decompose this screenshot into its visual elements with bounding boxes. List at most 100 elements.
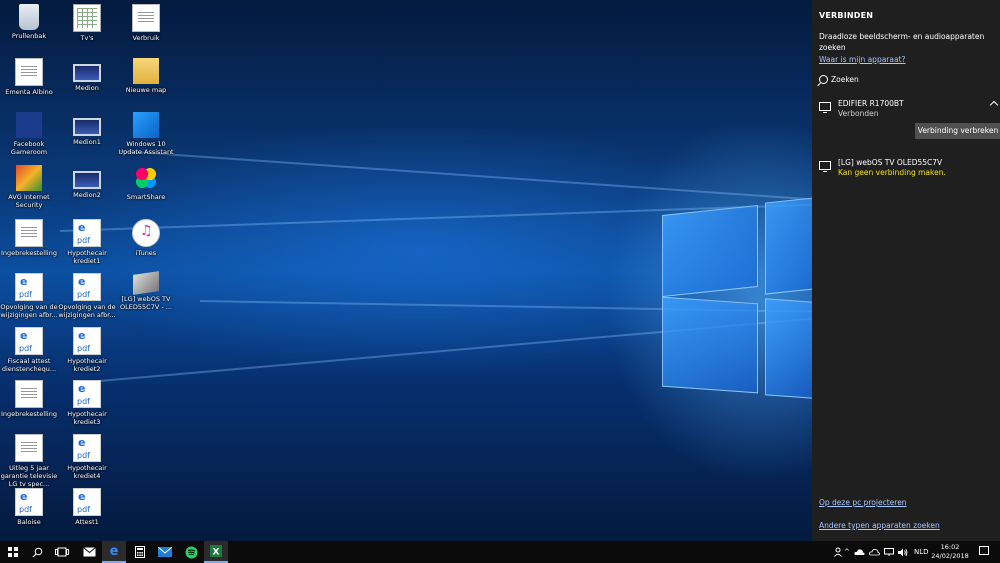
document-icon	[15, 219, 43, 247]
monitor-icon	[819, 102, 831, 113]
device-item-edifier[interactable]: EDIFIER R1700BT Verbonden Verbinding ver…	[819, 99, 1000, 141]
edge-icon: e	[109, 543, 119, 559]
itunes-icon	[132, 219, 160, 247]
taskbar: e X ^ NLD 16:02 24/02/2018	[0, 541, 1000, 563]
desktop-icon-medion1[interactable]: Medion1	[55, 112, 119, 146]
desktop-icon-smartshare[interactable]: SmartShare	[114, 165, 178, 201]
device-item-lg-tv[interactable]: [LG] webOS TV OLED55C7V Kan geen verbind…	[819, 158, 997, 182]
recycle-bin-icon	[19, 4, 39, 30]
calculator-icon	[135, 546, 145, 558]
desktop-icon-uitleg-garantie[interactable]: Uitleg 5 jaar garantie televisie LG tv s…	[0, 434, 61, 488]
device-name: [LG] webOS TV OLED55C7V	[838, 158, 943, 167]
pdf-icon: e pdf	[15, 488, 43, 516]
find-other-devices-link[interactable]: Andere typen apparaten zoeken	[819, 521, 940, 530]
pdf-icon: e pdf	[73, 380, 101, 408]
facebook-gameroom-icon	[16, 112, 42, 138]
start-icon	[8, 547, 18, 557]
pdf-icon: e pdf	[73, 273, 101, 301]
edge-app-button[interactable]: e	[102, 541, 126, 563]
search-icon	[819, 75, 828, 84]
search-label: Zoeken	[831, 75, 859, 84]
avg-icon	[16, 165, 42, 191]
panel-subtitle: Draadloze beeldscherm- en audioapparaten…	[819, 32, 985, 52]
desktop-icon-ementa-albino[interactable]: Ementa Albino	[0, 58, 61, 96]
desktop-icon-facebook-gameroom[interactable]: Facebook Gameroom	[0, 112, 61, 156]
desktop-icon-fiscaal-attest[interactable]: e pdf Fiscaal attest dienstenchequ...	[0, 327, 61, 373]
desktop-icon-lg-tv[interactable]: [LG] webOS TV OLED55C7V - ...	[114, 271, 178, 311]
action-center-icon[interactable]	[979, 546, 989, 555]
cloud-icon[interactable]	[869, 548, 880, 556]
desktop-icon-attest1[interactable]: e pdf Attest1	[55, 488, 119, 526]
desktop-icon-recycle-bin[interactable]: Prullenbak	[0, 4, 61, 40]
calculator-app-button[interactable]	[128, 541, 152, 563]
desktop-icon-ingebrekestelling-2[interactable]: Ingebrekestelling	[0, 380, 61, 418]
disconnect-button[interactable]: Verbinding verbreken	[915, 123, 1000, 139]
image-icon	[73, 171, 101, 189]
connect-panel: VERBINDEN Draadloze beeldscherm- en audi…	[812, 0, 1000, 541]
pdf-icon: e pdf	[73, 327, 101, 355]
desktop-icon-hypothecair-4[interactable]: e pdf Hypothecair krediet4	[55, 434, 119, 480]
onedrive-icon[interactable]	[854, 548, 865, 556]
outlook-icon	[158, 547, 172, 557]
device-name: EDIFIER R1700BT	[838, 99, 904, 108]
pdf-icon: e pdf	[73, 488, 101, 516]
panel-title: VERBINDEN	[819, 11, 874, 20]
mail-icon	[82, 547, 96, 557]
desktop-icon-tvs[interactable]: Tv's	[55, 4, 119, 42]
chevron-up-icon[interactable]	[989, 100, 999, 110]
outlook-app-button[interactable]	[153, 541, 177, 563]
desktop-icon-medion2[interactable]: Medion2	[55, 165, 119, 199]
volume-icon[interactable]	[898, 548, 908, 557]
image-icon	[73, 118, 101, 136]
search-button[interactable]: Zoeken	[819, 75, 859, 84]
desktop-icon-opvolging-1[interactable]: e pdf Opvolging van de wijzigingen afbr...	[0, 273, 61, 319]
desktop-icon-ingebrekestelling[interactable]: Ingebrekestelling	[0, 219, 61, 257]
clock-date: 24/02/2018	[931, 552, 969, 560]
pdf-icon: e pdf	[73, 434, 101, 462]
system-tray: ^ NLD	[834, 541, 929, 563]
desktop-icon-nieuwe-map[interactable]: Nieuwe map	[114, 58, 178, 94]
desktop-icon-avg[interactable]: AVG Internet Security	[0, 165, 61, 209]
document-icon	[15, 434, 43, 462]
spotify-app-button[interactable]	[179, 541, 203, 563]
folder-icon	[133, 58, 159, 84]
project-to-pc-link[interactable]: Op deze pc projecteren	[819, 498, 907, 507]
smartshare-icon	[133, 165, 159, 191]
desktop-icon-hypothecair-2[interactable]: e pdf Hypothecair krediet2	[55, 327, 119, 373]
desktop-icon-medion[interactable]: Medion	[55, 58, 119, 92]
desktop-icon-itunes[interactable]: iTunes	[114, 219, 178, 257]
monitor-icon	[819, 161, 831, 172]
task-view-button[interactable]	[50, 541, 74, 563]
spreadsheet-icon	[73, 4, 101, 32]
desktop-icon-baloise[interactable]: e pdf Baloise	[0, 488, 61, 526]
desktop-icon-opvolging-2[interactable]: e pdf Opvolging van de wijzigingen afbr...	[55, 273, 119, 319]
device-status: Verbonden	[838, 109, 879, 118]
desktop-icon-hypothecair-3[interactable]: e pdf Hypothecair krediet3	[55, 380, 119, 426]
search-icon	[32, 547, 42, 557]
people-icon[interactable]	[834, 547, 844, 557]
mail-app-button[interactable]	[77, 541, 101, 563]
spotify-icon	[185, 546, 197, 558]
clock[interactable]: 16:02 24/02/2018	[930, 543, 970, 561]
pdf-icon: e pdf	[73, 219, 101, 247]
network-icon[interactable]	[884, 548, 894, 556]
pdf-icon: e pdf	[15, 327, 43, 355]
language-indicator[interactable]: NLD	[914, 548, 929, 556]
svg-text:X: X	[213, 548, 220, 558]
tv-shortcut-icon	[133, 271, 159, 295]
task-view-icon	[55, 547, 69, 557]
tray-chevron-up-icon[interactable]: ^	[844, 548, 854, 556]
excel-icon: X	[210, 545, 222, 557]
desktop-icon-win10-update[interactable]: Windows 10 Update Assistant	[114, 112, 178, 156]
help-link[interactable]: Waar is mijn apparaat?	[819, 55, 906, 64]
document-icon	[15, 58, 43, 86]
taskbar-search-button[interactable]	[25, 541, 49, 563]
start-button[interactable]	[1, 541, 25, 563]
windows-logo-icon	[133, 112, 159, 138]
clock-time: 16:02	[940, 543, 960, 551]
pdf-icon: e pdf	[15, 273, 43, 301]
desktop-icon-hypothecair-1[interactable]: e pdf Hypothecair krediet1	[55, 219, 119, 265]
desktop-icon-verbruik[interactable]: Verbruik	[114, 4, 178, 42]
excel-app-button[interactable]: X	[204, 541, 228, 563]
document-icon	[132, 4, 160, 32]
